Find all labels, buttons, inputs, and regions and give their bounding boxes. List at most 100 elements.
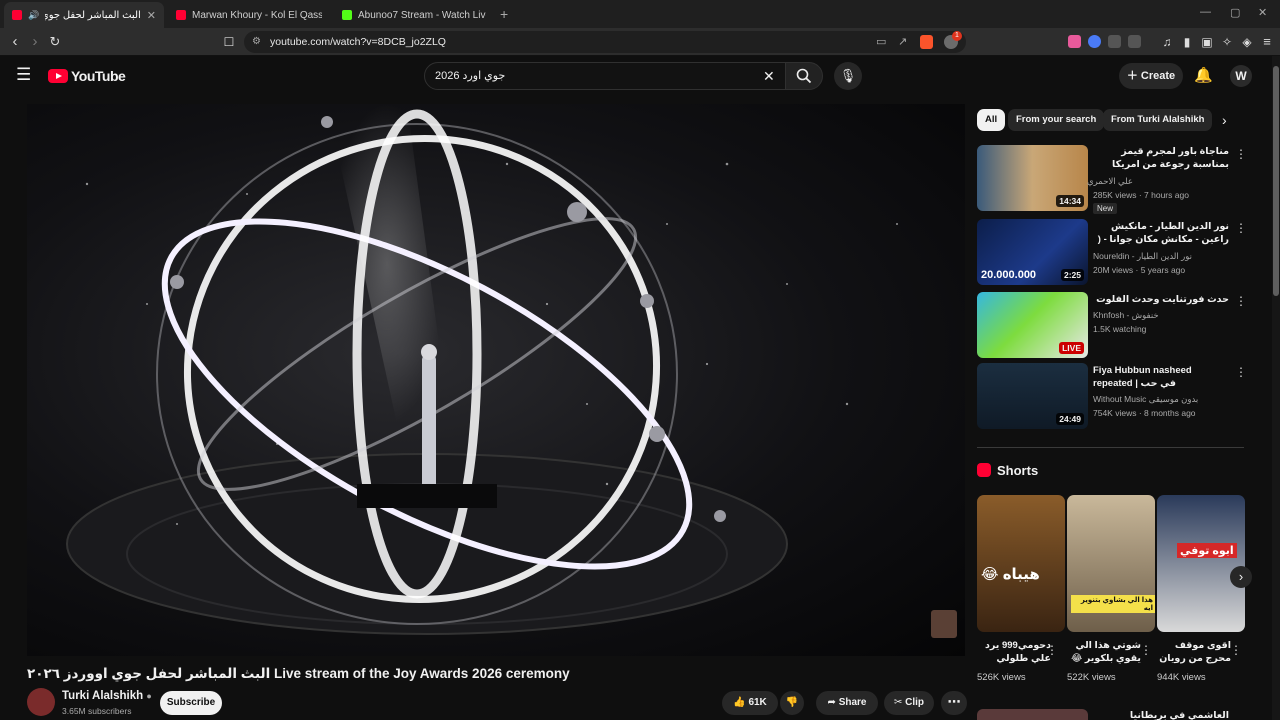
more-options-icon[interactable]: ⋮ xyxy=(1235,365,1247,379)
voice-search-button[interactable]: 🎙 xyxy=(834,62,862,90)
search-input[interactable]: جوي اورد 2026 ✕ xyxy=(424,62,786,90)
bookmark-icon[interactable]: ☐ xyxy=(220,33,238,51)
more-options-icon[interactable]: ⋮ xyxy=(1230,643,1242,657)
microphone-icon: 🎙 xyxy=(839,68,857,83)
share-page-icon[interactable]: ↗ xyxy=(898,31,907,53)
channel-name[interactable]: Noureldin - نور الدين الطيار xyxy=(1093,251,1192,262)
extension-icon[interactable] xyxy=(1108,35,1121,48)
close-tab-icon[interactable]: ✕ xyxy=(147,9,156,22)
scrollbar-track[interactable] xyxy=(1272,56,1280,720)
short-title[interactable]: دحومي999 يرد علي طلولي هيباه xyxy=(977,639,1051,667)
extension-icon[interactable] xyxy=(1088,35,1101,48)
like-button[interactable]: 👍 61K xyxy=(722,691,778,715)
speaker-icon: 🔊 xyxy=(28,9,40,20)
youtube-logo[interactable]: YouTube xyxy=(48,68,126,84)
video-thumbnail[interactable]: 14:34 xyxy=(977,145,1088,211)
new-tab-button[interactable]: + xyxy=(500,6,508,22)
clear-search-icon[interactable]: ✕ xyxy=(763,63,775,89)
live-badge: LIVE xyxy=(1059,342,1084,354)
channel-watermark[interactable] xyxy=(931,610,957,638)
shorts-next-button[interactable]: › xyxy=(1230,566,1252,588)
chips-next-chevron-icon[interactable]: › xyxy=(1222,112,1227,128)
short-title[interactable]: شوتي هذا الي يقوي بلكوير 😂 xyxy=(1067,639,1141,667)
clip-button[interactable]: ✂ Clip xyxy=(884,691,934,715)
close-window-icon[interactable]: ✕ xyxy=(1258,6,1267,19)
reload-icon[interactable]: ↻ xyxy=(46,33,64,51)
browser-toolbar: ‹ › ↻ ☐ ⚙ youtube.com/watch?v=8DCB_jo2ZL… xyxy=(0,28,1280,56)
menu-icon[interactable]: ≡ xyxy=(1258,33,1276,51)
minimize-icon[interactable]: — xyxy=(1200,6,1211,18)
scrollbar-thumb[interactable] xyxy=(1273,66,1279,296)
extension-icon[interactable] xyxy=(1068,35,1081,48)
share-arrow-icon: ➦ xyxy=(827,697,839,708)
short-title[interactable]: اقوى موقف محرج من رويان مجرم قيمز xyxy=(1157,639,1231,667)
hamburger-menu-icon[interactable]: ☰ xyxy=(16,66,31,84)
more-options-icon[interactable]: ⋮ xyxy=(1046,643,1058,657)
video-meta: 1.5K watching xyxy=(1093,324,1147,334)
tab-joy-awards[interactable]: 🔊 البث المباشر لحفل جوي اووردز ✕ xyxy=(4,2,164,28)
video-thumbnail[interactable]: 20.000.000 2:25 xyxy=(977,219,1088,285)
site-info-icon[interactable]: ⚙ xyxy=(252,31,261,53)
tab-label: البث المباشر لحفل جوي اووردز xyxy=(45,9,141,21)
channel-name[interactable]: Without Music بدون موسيقى xyxy=(1093,394,1198,405)
video-title[interactable]: Fiya Hubbun nasheed repeated | في حب xyxy=(1093,364,1229,391)
video-title[interactable]: حدث فورتنايت وحدث الفلوت مباشر الان xyxy=(1093,293,1229,307)
leo-ai-icon[interactable]: ✧ xyxy=(1218,33,1236,51)
maximize-icon[interactable]: ▢ xyxy=(1230,6,1240,19)
subscriber-count: 3.65M subscribers xyxy=(62,706,132,716)
search-button[interactable] xyxy=(785,62,823,90)
video-thumbnail[interactable] xyxy=(977,709,1088,720)
short-thumbnail[interactable]: هذا الي بشاوي بتنوير ايه xyxy=(1067,495,1155,632)
more-actions-button[interactable]: ⋯ xyxy=(941,691,967,715)
clip-label: Clip xyxy=(905,697,925,708)
forward-icon[interactable]: › xyxy=(26,33,44,51)
subscribe-button[interactable]: Subscribe xyxy=(160,691,222,715)
back-icon[interactable]: ‹ xyxy=(6,33,24,51)
video-thumbnail[interactable]: LIVE xyxy=(977,292,1088,358)
create-button[interactable]: ＋ Create xyxy=(1119,63,1183,89)
short-thumbnail[interactable]: هيباه 😂 xyxy=(977,495,1065,632)
youtube-favicon-icon xyxy=(12,10,22,20)
media-icon[interactable]: ♫ xyxy=(1158,33,1176,51)
short-views: 526K views xyxy=(977,672,1026,683)
tab-marwan-khoury[interactable]: Marwan Khoury - Kol El Qassayed | C xyxy=(168,2,330,28)
brave-shields-icon[interactable] xyxy=(920,35,933,49)
youtube-favicon-icon xyxy=(176,10,186,20)
notifications-bell-icon[interactable]: 🔔 xyxy=(1194,66,1213,84)
more-options-icon[interactable]: ⋮ xyxy=(1235,147,1247,161)
share-button[interactable]: ➦ Share xyxy=(816,691,878,715)
video-thumbnail[interactable]: 24:49 xyxy=(977,363,1088,429)
chip-from-channel[interactable]: From Turki Alalshikh xyxy=(1103,109,1213,131)
notification-badge: 1 xyxy=(952,31,962,41)
account-avatar[interactable]: W xyxy=(1230,65,1252,87)
video-meta: 20M views · 5 years ago xyxy=(1093,265,1186,275)
address-bar[interactable]: ⚙ youtube.com/watch?v=8DCB_jo2ZLQ ▭ ↗ 1 xyxy=(244,31,966,53)
chip-from-your-search[interactable]: From your search xyxy=(1008,109,1105,131)
wallet-icon[interactable]: ▣ xyxy=(1198,33,1216,51)
extension-icon[interactable] xyxy=(1128,35,1141,48)
video-title[interactable]: العاشمي في بريطانيا xyxy=(1093,709,1229,720)
channel-name[interactable]: Turki Alalshikh ● xyxy=(62,690,152,702)
cast-icon[interactable]: ▭ xyxy=(876,31,886,53)
share-label: Share xyxy=(838,697,867,708)
new-badge: New xyxy=(1093,203,1118,214)
youtube-header: ☰ YouTube جوي اورد 2026 ✕ 🎙 ＋ Create 🔔 W xyxy=(0,56,1280,96)
video-frame xyxy=(66,104,898,635)
duration-badge: 24:49 xyxy=(1056,413,1084,425)
video-title[interactable]: نور الدين الطيار - مانكيش راعين - مكانش … xyxy=(1093,220,1229,247)
video-title[interactable]: مناجاة باور لمجرم قيمز بمناسبة رجوعة من … xyxy=(1093,145,1229,172)
more-options-icon[interactable]: ⋮ xyxy=(1235,294,1247,308)
vpn-icon[interactable]: ◈ xyxy=(1238,33,1256,51)
video-meta: 754K views · 8 months ago xyxy=(1093,408,1196,418)
video-player[interactable] xyxy=(27,104,965,656)
sidebar-icon[interactable]: ▮ xyxy=(1178,33,1196,51)
tab-kick-stream[interactable]: Abunoo7 Stream - Watch Live on Kick xyxy=(334,2,494,28)
channel-name[interactable]: علي الاحمري xyxy=(1087,176,1133,187)
short-thumbnail[interactable]: ابوه توفي xyxy=(1157,495,1245,632)
chip-all[interactable]: All xyxy=(977,109,1006,131)
dislike-button[interactable]: 👎 xyxy=(780,691,804,715)
channel-name[interactable]: Khnfosh - خنفوش xyxy=(1093,310,1159,321)
more-options-icon[interactable]: ⋮ xyxy=(1140,643,1152,657)
channel-avatar[interactable] xyxy=(27,688,55,716)
more-options-icon[interactable]: ⋮ xyxy=(1235,221,1247,235)
